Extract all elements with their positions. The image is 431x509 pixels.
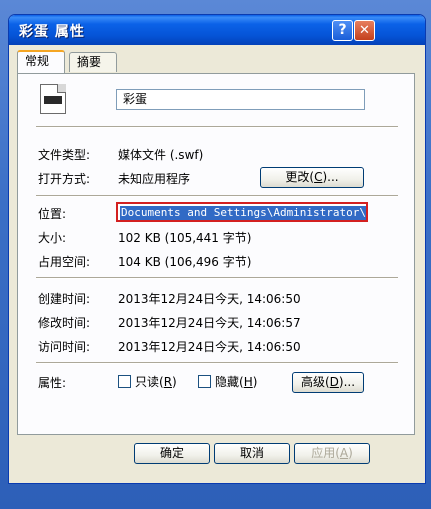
general-panel: 彩蛋 文件类型: 媒体文件 (.swf) 打开方式: 未知应用程序 更改(C).… — [17, 73, 415, 435]
change-button-label: 更改( — [285, 170, 315, 184]
properties-dialog: 彩蛋 属性 ? ✕ 常规 摘要 彩蛋 文件类型: 媒体文件 (.swf) 打开方… — [8, 14, 426, 484]
close-button[interactable]: ✕ — [354, 20, 375, 41]
separator — [36, 126, 398, 128]
hidden-suffix: ) — [252, 375, 258, 389]
created-value: 2013年12月24日今天, 14:06:50 — [118, 292, 301, 306]
help-button[interactable]: ? — [332, 20, 353, 41]
apply-button-suffix: ) — [348, 446, 353, 460]
accessed-label: 访问时间: — [38, 340, 91, 354]
icon-band — [44, 96, 62, 104]
readonly-checkbox[interactable] — [118, 375, 131, 388]
swf-file-icon — [40, 84, 66, 114]
readonly-key: R — [163, 375, 173, 389]
open-with-label: 打开方式: — [38, 172, 91, 186]
hidden-text: 隐藏( — [215, 375, 244, 389]
window-title: 彩蛋 属性 — [19, 24, 85, 40]
open-with-value: 未知应用程序 — [118, 172, 191, 186]
separator — [36, 362, 398, 364]
apply-button-key: A — [339, 446, 349, 460]
file-type-label: 文件类型: — [38, 148, 91, 162]
size-label: 大小: — [38, 231, 67, 245]
cancel-button[interactable]: 取消 — [214, 443, 290, 464]
separator — [36, 195, 398, 197]
modified-value: 2013年12月24日今天, 14:06:57 — [118, 316, 301, 330]
readonly-text: 只读( — [135, 375, 164, 389]
title-bar[interactable]: 彩蛋 属性 ? ✕ — [9, 15, 425, 45]
file-name-input[interactable]: 彩蛋 — [116, 89, 365, 110]
disk-size-value: 104 KB (106,496 字节) — [118, 255, 252, 269]
location-field[interactable]: Documents and Settings\Administrator\桌面 — [116, 202, 368, 222]
location-value: Documents and Settings\Administrator\桌面 — [120, 206, 366, 220]
hidden-label[interactable]: 隐藏(H) — [215, 373, 257, 390]
hidden-checkbox[interactable] — [198, 375, 211, 388]
apply-button[interactable]: 应用(A) — [294, 443, 370, 464]
page-fold — [57, 84, 66, 93]
advanced-button-suffix: )... — [338, 375, 356, 389]
accessed-value: 2013年12月24日今天, 14:06:50 — [118, 340, 301, 354]
change-button-suffix: )... — [322, 170, 339, 184]
readonly-label[interactable]: 只读(R) — [135, 373, 177, 390]
file-type-value: 媒体文件 (.swf) — [118, 148, 204, 162]
tab-summary[interactable]: 摘要 — [69, 52, 117, 72]
hidden-key: H — [243, 375, 253, 389]
advanced-button[interactable]: 高级(D)... — [292, 372, 364, 393]
created-label: 创建时间: — [38, 292, 91, 306]
attributes-label: 属性: — [38, 376, 67, 390]
advanced-button-label: 高级( — [300, 375, 330, 389]
location-label: 位置: — [38, 207, 67, 221]
readonly-suffix: ) — [172, 375, 177, 389]
tab-general[interactable]: 常规 — [17, 50, 65, 73]
change-button[interactable]: 更改(C)... — [260, 167, 364, 188]
apply-button-label: 应用( — [311, 446, 340, 460]
advanced-button-key: D — [329, 375, 339, 389]
disk-size-label: 占用空间: — [38, 255, 91, 269]
separator — [36, 277, 398, 279]
ok-button[interactable]: 确定 — [134, 443, 210, 464]
size-value: 102 KB (105,441 字节) — [118, 231, 252, 245]
modified-label: 修改时间: — [38, 316, 91, 330]
